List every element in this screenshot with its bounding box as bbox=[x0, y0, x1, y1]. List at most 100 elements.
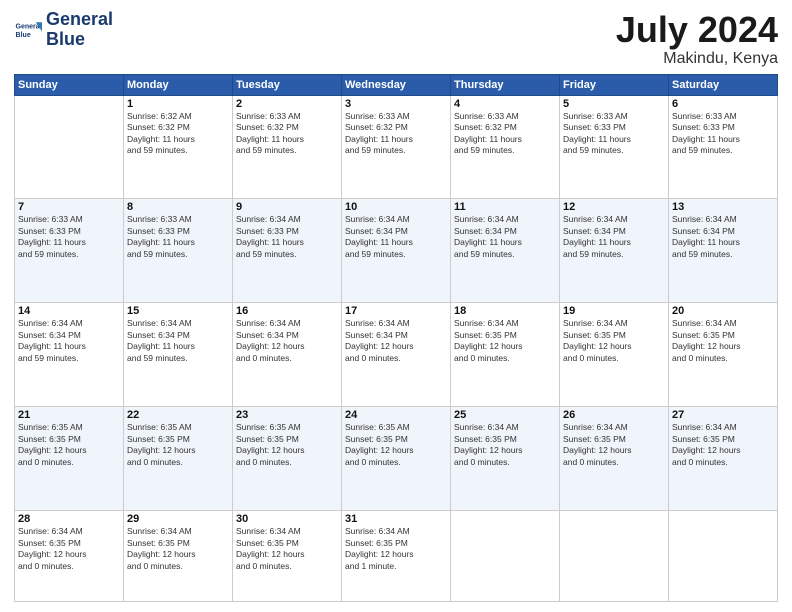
calendar-day-cell: 29Sunrise: 6:34 AMSunset: 6:35 PMDayligh… bbox=[124, 511, 233, 602]
col-header-friday: Friday bbox=[560, 74, 669, 95]
calendar-day-cell: 7Sunrise: 6:33 AMSunset: 6:33 PMDaylight… bbox=[15, 199, 124, 303]
calendar-week-row: 14Sunrise: 6:34 AMSunset: 6:34 PMDayligh… bbox=[15, 303, 778, 407]
calendar-header-row: SundayMondayTuesdayWednesdayThursdayFrid… bbox=[15, 74, 778, 95]
calendar-day-cell: 13Sunrise: 6:34 AMSunset: 6:34 PMDayligh… bbox=[669, 199, 778, 303]
day-number: 9 bbox=[236, 201, 338, 213]
calendar-day-cell: 18Sunrise: 6:34 AMSunset: 6:35 PMDayligh… bbox=[451, 303, 560, 407]
calendar-day-cell: 31Sunrise: 6:34 AMSunset: 6:35 PMDayligh… bbox=[342, 511, 451, 602]
day-number: 21 bbox=[18, 409, 120, 421]
logo-icon: General Blue bbox=[14, 16, 42, 44]
day-info: Sunrise: 6:33 AMSunset: 6:33 PMDaylight:… bbox=[563, 111, 665, 157]
logo-text: General Blue bbox=[46, 10, 113, 50]
day-number: 30 bbox=[236, 513, 338, 525]
day-info: Sunrise: 6:33 AMSunset: 6:32 PMDaylight:… bbox=[454, 111, 556, 157]
day-number: 24 bbox=[345, 409, 447, 421]
day-info: Sunrise: 6:34 AMSunset: 6:34 PMDaylight:… bbox=[345, 318, 447, 364]
calendar-day-cell: 16Sunrise: 6:34 AMSunset: 6:34 PMDayligh… bbox=[233, 303, 342, 407]
day-info: Sunrise: 6:35 AMSunset: 6:35 PMDaylight:… bbox=[127, 422, 229, 468]
day-info: Sunrise: 6:34 AMSunset: 6:34 PMDaylight:… bbox=[127, 318, 229, 364]
svg-text:Blue: Blue bbox=[16, 32, 31, 39]
calendar-day-cell: 5Sunrise: 6:33 AMSunset: 6:33 PMDaylight… bbox=[560, 95, 669, 199]
calendar-day-cell: 25Sunrise: 6:34 AMSunset: 6:35 PMDayligh… bbox=[451, 407, 560, 511]
day-number: 29 bbox=[127, 513, 229, 525]
day-info: Sunrise: 6:34 AMSunset: 6:33 PMDaylight:… bbox=[236, 214, 338, 260]
day-info: Sunrise: 6:34 AMSunset: 6:34 PMDaylight:… bbox=[18, 318, 120, 364]
day-number: 26 bbox=[563, 409, 665, 421]
day-number: 19 bbox=[563, 305, 665, 317]
day-info: Sunrise: 6:34 AMSunset: 6:35 PMDaylight:… bbox=[127, 526, 229, 572]
col-header-tuesday: Tuesday bbox=[233, 74, 342, 95]
day-info: Sunrise: 6:35 AMSunset: 6:35 PMDaylight:… bbox=[345, 422, 447, 468]
day-number: 25 bbox=[454, 409, 556, 421]
col-header-wednesday: Wednesday bbox=[342, 74, 451, 95]
calendar-day-cell: 4Sunrise: 6:33 AMSunset: 6:32 PMDaylight… bbox=[451, 95, 560, 199]
day-number: 7 bbox=[18, 201, 120, 213]
empty-cell bbox=[560, 511, 669, 602]
day-number: 1 bbox=[127, 98, 229, 110]
day-number: 3 bbox=[345, 98, 447, 110]
calendar-day-cell: 17Sunrise: 6:34 AMSunset: 6:34 PMDayligh… bbox=[342, 303, 451, 407]
calendar-day-cell: 24Sunrise: 6:35 AMSunset: 6:35 PMDayligh… bbox=[342, 407, 451, 511]
day-number: 2 bbox=[236, 98, 338, 110]
calendar-day-cell: 11Sunrise: 6:34 AMSunset: 6:34 PMDayligh… bbox=[451, 199, 560, 303]
day-number: 18 bbox=[454, 305, 556, 317]
day-number: 14 bbox=[18, 305, 120, 317]
day-number: 11 bbox=[454, 201, 556, 213]
day-info: Sunrise: 6:34 AMSunset: 6:35 PMDaylight:… bbox=[454, 422, 556, 468]
calendar-day-cell: 8Sunrise: 6:33 AMSunset: 6:33 PMDaylight… bbox=[124, 199, 233, 303]
day-info: Sunrise: 6:35 AMSunset: 6:35 PMDaylight:… bbox=[236, 422, 338, 468]
col-header-monday: Monday bbox=[124, 74, 233, 95]
day-info: Sunrise: 6:33 AMSunset: 6:33 PMDaylight:… bbox=[18, 214, 120, 260]
day-info: Sunrise: 6:34 AMSunset: 6:35 PMDaylight:… bbox=[563, 422, 665, 468]
location-title: Makindu, Kenya bbox=[616, 50, 778, 68]
calendar-day-cell: 14Sunrise: 6:34 AMSunset: 6:34 PMDayligh… bbox=[15, 303, 124, 407]
day-number: 15 bbox=[127, 305, 229, 317]
empty-cell bbox=[451, 511, 560, 602]
day-number: 20 bbox=[672, 305, 774, 317]
calendar-day-cell: 1Sunrise: 6:32 AMSunset: 6:32 PMDaylight… bbox=[124, 95, 233, 199]
day-info: Sunrise: 6:33 AMSunset: 6:32 PMDaylight:… bbox=[345, 111, 447, 157]
month-title: July 2024 bbox=[616, 10, 778, 50]
calendar-day-cell: 6Sunrise: 6:33 AMSunset: 6:33 PMDaylight… bbox=[669, 95, 778, 199]
calendar-day-cell: 20Sunrise: 6:34 AMSunset: 6:35 PMDayligh… bbox=[669, 303, 778, 407]
day-info: Sunrise: 6:34 AMSunset: 6:35 PMDaylight:… bbox=[18, 526, 120, 572]
day-number: 10 bbox=[345, 201, 447, 213]
day-number: 8 bbox=[127, 201, 229, 213]
col-header-thursday: Thursday bbox=[451, 74, 560, 95]
day-number: 12 bbox=[563, 201, 665, 213]
calendar-day-cell: 26Sunrise: 6:34 AMSunset: 6:35 PMDayligh… bbox=[560, 407, 669, 511]
day-info: Sunrise: 6:34 AMSunset: 6:34 PMDaylight:… bbox=[236, 318, 338, 364]
day-number: 23 bbox=[236, 409, 338, 421]
day-info: Sunrise: 6:34 AMSunset: 6:35 PMDaylight:… bbox=[563, 318, 665, 364]
day-info: Sunrise: 6:34 AMSunset: 6:35 PMDaylight:… bbox=[454, 318, 556, 364]
calendar-week-row: 21 Sunrise: 6:35 AMSunset: 6:35 PMDayligh… bbox=[15, 407, 778, 511]
day-info: Sunrise: 6:34 AMSunset: 6:35 PMDaylight:… bbox=[672, 318, 774, 364]
day-number: 22 bbox=[127, 409, 229, 421]
calendar-week-row: 7Sunrise: 6:33 AMSunset: 6:33 PMDaylight… bbox=[15, 199, 778, 303]
calendar-day-cell: 21Sunrise: 6:35 AMSunset: 6:35 PMDayligh… bbox=[15, 407, 124, 511]
day-number: 13 bbox=[672, 201, 774, 213]
day-number: 17 bbox=[345, 305, 447, 317]
calendar-day-cell: 2Sunrise: 6:33 AMSunset: 6:32 PMDaylight… bbox=[233, 95, 342, 199]
day-info: Sunrise: 6:34 AMSunset: 6:35 PMDaylight:… bbox=[672, 422, 774, 468]
calendar-day-cell: 19Sunrise: 6:34 AMSunset: 6:35 PMDayligh… bbox=[560, 303, 669, 407]
calendar-day-cell: 10Sunrise: 6:34 AMSunset: 6:34 PMDayligh… bbox=[342, 199, 451, 303]
logo: General Blue General Blue bbox=[14, 10, 113, 50]
day-number: 6 bbox=[672, 98, 774, 110]
empty-cell bbox=[669, 511, 778, 602]
day-info: Sunrise: 6:34 AMSunset: 6:35 PMDaylight:… bbox=[236, 526, 338, 572]
day-info: Sunrise: 6:32 AMSunset: 6:32 PMDaylight:… bbox=[127, 111, 229, 157]
day-number: 27 bbox=[672, 409, 774, 421]
calendar-day-cell: 9Sunrise: 6:34 AMSunset: 6:33 PMDaylight… bbox=[233, 199, 342, 303]
day-info: Sunrise: 6:33 AMSunset: 6:32 PMDaylight:… bbox=[236, 111, 338, 157]
day-info: Sunrise: 6:33 AMSunset: 6:33 PMDaylight:… bbox=[672, 111, 774, 157]
day-info: Sunrise: 6:34 AMSunset: 6:35 PMDaylight:… bbox=[345, 526, 447, 572]
calendar-week-row: 1Sunrise: 6:32 AMSunset: 6:32 PMDaylight… bbox=[15, 95, 778, 199]
calendar-week-row: 28Sunrise: 6:34 AMSunset: 6:35 PMDayligh… bbox=[15, 511, 778, 602]
day-info: Sunrise: 6:34 AMSunset: 6:34 PMDaylight:… bbox=[345, 214, 447, 260]
calendar-day-cell: 3Sunrise: 6:33 AMSunset: 6:32 PMDaylight… bbox=[342, 95, 451, 199]
calendar-day-cell: 28Sunrise: 6:34 AMSunset: 6:35 PMDayligh… bbox=[15, 511, 124, 602]
header: General Blue General Blue July 2024 Maki… bbox=[14, 10, 778, 68]
day-info: Sunrise: 6:33 AMSunset: 6:33 PMDaylight:… bbox=[127, 214, 229, 260]
page: General Blue General Blue July 2024 Maki… bbox=[0, 0, 792, 612]
